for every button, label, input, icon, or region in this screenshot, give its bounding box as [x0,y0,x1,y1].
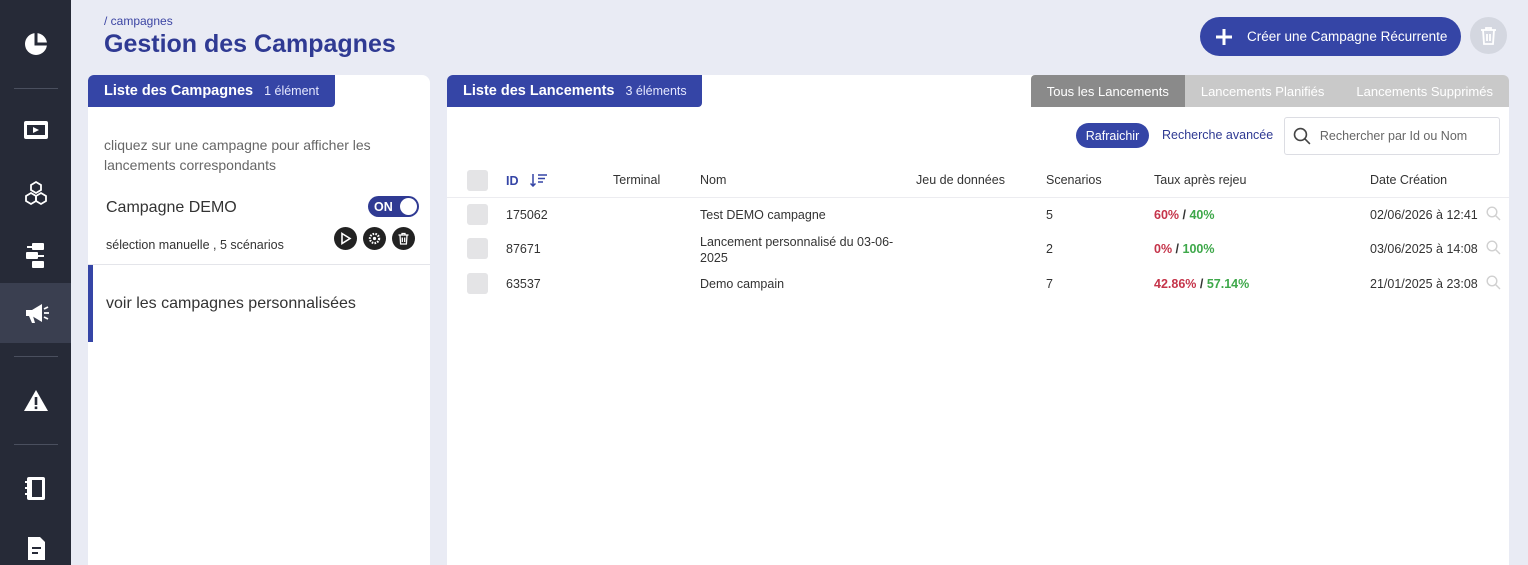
nav-dashboard[interactable] [0,14,71,74]
plus-icon [1216,28,1232,45]
toggle-knob [400,198,417,215]
row-name: Lancement personnalisé du 03-06-2025 [700,235,894,265]
nav-notebook[interactable] [0,458,71,518]
settings-button[interactable] [363,227,386,250]
row-name: Test DEMO campagne [700,208,826,222]
row-checkbox[interactable] [467,273,488,294]
row-name: Demo campain [700,277,785,291]
breadcrumb[interactable]: / campagnes [104,14,173,28]
row-id: 87671 [506,242,541,256]
campaigns-hint: cliquez sur une campagne pour afficher l… [104,137,371,173]
launch-filter-tabs: Tous les Lancements Lancements Planifiés… [1030,75,1509,107]
row-rate: 0% / 100% [1154,242,1214,256]
warning-icon [23,390,48,411]
rate-separator: / [1179,208,1190,222]
row-id: 63537 [506,277,541,291]
launches-panel: Liste des Lancements 3 éléments Tous les… [447,75,1509,565]
delete-button[interactable] [1470,17,1507,54]
custom-campaigns-label: voir les campagnes personnalisées [106,295,356,312]
rate-pass: 100% [1182,242,1215,256]
column-name[interactable]: Nom [700,173,726,187]
campaign-actions [334,227,415,250]
row-date: 02/06/2026 à 12:41 [1370,208,1478,222]
create-button-label: Créer une Campagne Récurrente [1247,29,1448,44]
play-button[interactable] [334,227,357,250]
sort-desc-icon [529,174,547,188]
column-id-label: ID [506,174,519,188]
page-title: Gestion des Campagnes [104,30,396,58]
delete-campaign-button[interactable] [392,227,415,250]
play-icon [341,232,352,245]
nav-campaigns[interactable] [0,283,71,343]
tab-deleted-launches[interactable]: Lancements Supprimés [1340,75,1509,107]
launches-count: 3 éléments [625,84,687,98]
launches-panel-title: Liste des Lancements [463,83,615,99]
campaigns-panel-header: Liste des Campagnes 1 élément [88,75,335,107]
gear-icon [368,232,381,245]
campaigns-panel: Liste des Campagnes 1 élément cliquez su… [88,75,430,565]
header-divider [447,197,1509,198]
toggle-label: ON [374,199,393,214]
launches-panel-header: Liste des Lancements 3 éléments [447,75,702,107]
cubes-icon [24,180,47,206]
search-input[interactable] [1319,129,1499,143]
trash-icon [398,232,409,245]
notebook-icon [24,477,45,500]
refresh-button[interactable]: Rafraichir [1076,123,1149,148]
row-date: 03/06/2025 à 14:08 [1370,242,1478,256]
nav-components[interactable] [0,163,71,223]
row-date: 21/01/2025 à 23:08 [1370,277,1478,291]
nav-alerts[interactable] [0,371,71,431]
row-rate: 60% / 40% [1154,208,1214,222]
column-date[interactable]: Date Création [1370,173,1447,187]
rate-fail: 60% [1154,208,1180,222]
rate-pass: 57.14% [1206,277,1250,291]
view-details-icon[interactable] [1486,275,1501,290]
column-dataset[interactable]: Jeu de données [916,173,1005,187]
select-all-checkbox[interactable] [467,170,488,191]
custom-campaigns-link[interactable]: voir les campagnes personnalisées [88,265,430,342]
campaign-name[interactable]: Campagne DEMO [106,199,237,217]
video-icon [23,121,48,139]
tab-scheduled-launches[interactable]: Lancements Planifiés [1184,75,1341,107]
trash-icon [1481,27,1496,45]
rate-fail: 0% [1154,242,1173,256]
row-scenarios: 2 [1046,242,1053,256]
rate-separator: / [1172,242,1183,256]
document-icon [27,537,45,560]
tab-all-launches[interactable]: Tous les Lancements [1030,75,1185,107]
column-terminal[interactable]: Terminal [613,173,660,187]
row-checkbox[interactable] [467,204,488,225]
view-details-icon[interactable] [1486,206,1501,221]
column-id[interactable]: ID [506,173,548,188]
nav-videos[interactable] [0,100,71,160]
row-checkbox[interactable] [467,238,488,259]
sidebar [0,0,71,565]
search-icon [1293,127,1311,145]
view-details-icon[interactable] [1486,240,1501,255]
dashboard-icon [24,33,47,55]
campaign-toggle[interactable]: ON [368,196,419,217]
campaigns-count: 1 élément [264,84,319,98]
create-recurrent-campaign-button[interactable]: Créer une Campagne Récurrente [1200,17,1461,56]
rate-pass: 40% [1189,208,1215,222]
column-rate[interactable]: Taux après rejeu [1154,173,1246,187]
row-rate: 42.86% / 57.14% [1154,277,1249,291]
rate-fail: 42.86% [1154,277,1197,291]
row-id: 175062 [506,208,548,222]
megaphone-icon [25,304,49,323]
row-scenarios: 5 [1046,208,1053,222]
search-box [1284,117,1500,155]
row-scenarios: 7 [1046,277,1053,291]
workflow-icon [25,243,44,268]
advanced-search-link[interactable]: Recherche avancée [1162,128,1273,142]
nav-documents[interactable] [0,518,71,565]
column-scenarios[interactable]: Scenarios [1046,173,1102,187]
campaign-subtitle: sélection manuelle , 5 scénarios [106,238,284,252]
campaigns-panel-title: Liste des Campagnes [104,83,254,99]
nav-workflows[interactable] [0,225,71,285]
rate-separator: / [1196,277,1207,291]
